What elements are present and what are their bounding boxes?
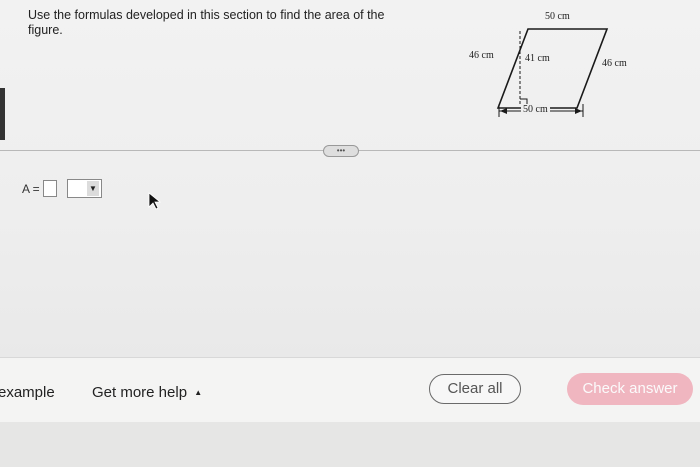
- right-side-label: 46 cm: [602, 58, 627, 69]
- caret-up-icon: ▲: [194, 388, 203, 397]
- expand-button[interactable]: •••: [323, 145, 359, 157]
- unit-dropdown[interactable]: ▼: [67, 179, 102, 198]
- check-answer-button[interactable]: Check answer: [567, 373, 693, 405]
- mouse-pointer-icon: [148, 192, 162, 210]
- answer-label: A =: [22, 182, 40, 196]
- base-arrow-right: [575, 108, 582, 114]
- left-edge-marker: [0, 88, 5, 140]
- get-more-help-label: Get more help: [92, 384, 188, 401]
- get-more-help-link[interactable]: Get more help ▲: [92, 384, 202, 401]
- base-arrow-left: [500, 108, 507, 114]
- base-label: 50 cm: [521, 104, 550, 115]
- clear-all-button[interactable]: Clear all: [429, 374, 521, 404]
- left-side-label: 46 cm: [469, 50, 494, 61]
- footer-area: [0, 422, 700, 467]
- dropdown-arrow-icon: ▼: [87, 181, 99, 196]
- question-panel: Use the formulas developed in this secti…: [0, 0, 700, 357]
- height-label: 41 cm: [525, 53, 550, 64]
- top-side-label: 50 cm: [545, 11, 570, 22]
- question-text: Use the formulas developed in this secti…: [28, 8, 385, 37]
- bottom-toolbar: example Get more help ▲ Clear all Check …: [0, 357, 700, 423]
- view-example-link[interactable]: example: [0, 384, 55, 401]
- parallelogram-drawing: [496, 28, 609, 117]
- parallelogram-figure: 50 cm 46 cm 41 cm 46 cm 50 cm: [455, 0, 700, 145]
- parallelogram-shape: [496, 28, 609, 109]
- area-answer-input[interactable]: [43, 180, 57, 197]
